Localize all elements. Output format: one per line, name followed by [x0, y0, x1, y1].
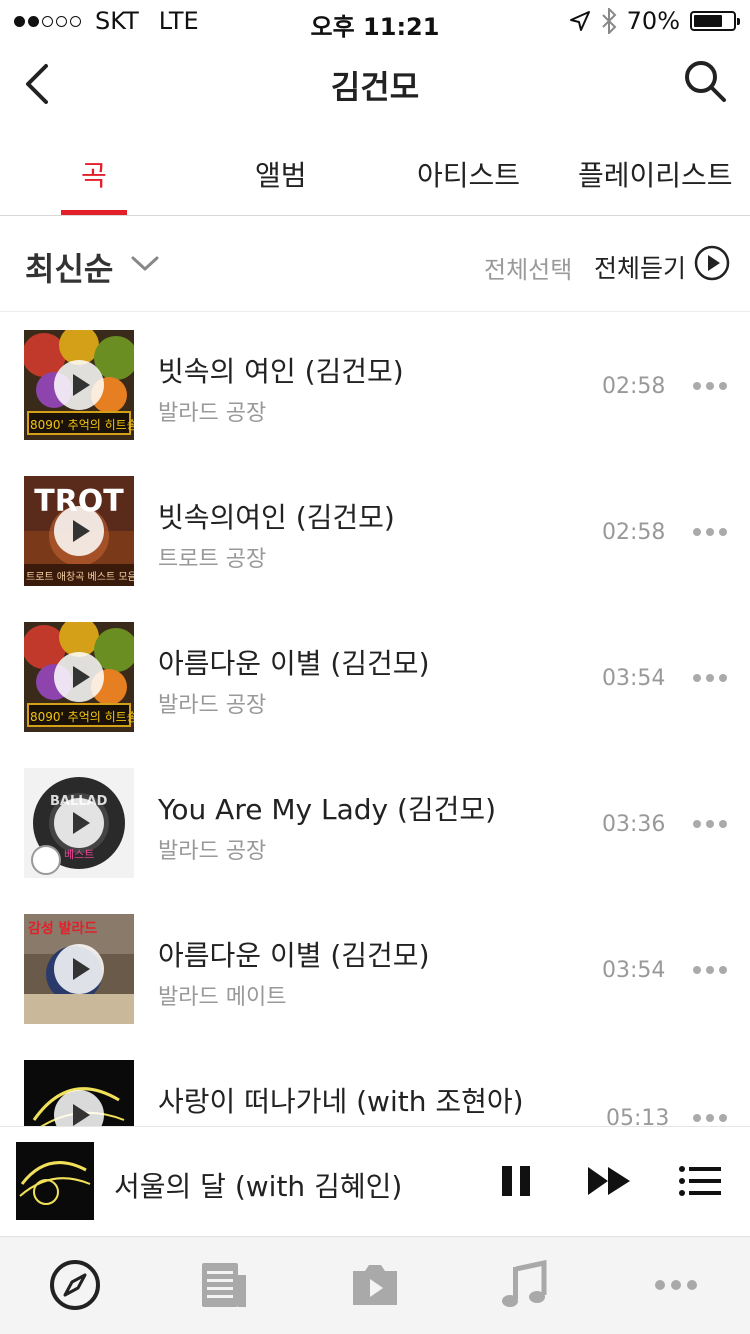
play-icon[interactable] [54, 360, 104, 410]
bottom-nav [0, 1236, 750, 1334]
album-name: 발라드 공장 [158, 839, 267, 864]
status-bar: SKT LTE 오후 11:21 70% [0, 0, 750, 41]
video-folder-icon[interactable] [347, 1257, 403, 1313]
album-name: 발라드 메이트 [158, 985, 287, 1010]
page-title: 김건모 [330, 68, 420, 106]
play-circle-icon[interactable] [694, 245, 730, 281]
song-title: 아름다운 이별 (김건모) [158, 939, 430, 972]
duration: 03:54 [602, 666, 666, 691]
select-all-button[interactable]: 전체선택 [484, 250, 572, 285]
duration: 03:36 [602, 812, 666, 837]
album-name: 트로트 공장 [158, 547, 267, 572]
header: 김건모 [0, 40, 750, 128]
tab-albums[interactable]: 앨범 [255, 154, 307, 194]
duration: 05:13 [606, 1106, 670, 1126]
song-title: 빗속의여인 (김건모) [158, 501, 395, 534]
playlist-icon[interactable] [679, 1165, 721, 1197]
song-title: 사랑이 떠나가네 (with 조현아) [158, 1085, 524, 1118]
album-art[interactable]: TROT 트로트 애창곡 베스트 모음집 [24, 476, 134, 586]
album-name: 발라드 공장 [158, 401, 267, 426]
location-arrow-icon [569, 11, 590, 31]
album-art[interactable]: 감성 발라드 [24, 914, 134, 1024]
search-icon[interactable] [682, 58, 728, 104]
list-item[interactable]: 8090' 추억의 히트송 아름다운 이별 (김건모) 발라드 공장 03:54 [0, 604, 750, 750]
album-art-text: 감성 발라드 [28, 921, 98, 937]
song-title: 빗속의 여인 (김건모) [158, 355, 404, 388]
more-icon[interactable] [693, 966, 727, 974]
more-icon[interactable] [693, 1114, 727, 1122]
list-item[interactable]: BALLAD 베스트 You Are My Lady (김건모) 발라드 공장 … [0, 750, 750, 896]
album-art[interactable]: 8090' 추억의 히트송 [24, 622, 134, 732]
duration: 02:58 [602, 374, 666, 399]
chevron-down-icon[interactable] [130, 254, 160, 274]
list-item[interactable]: TROT 트로트 애창곡 베스트 모음집 빗속의여인 (김건모) 트로트 공장 … [0, 458, 750, 604]
mini-player[interactable]: 서울의 달 (with 김혜인) [0, 1126, 750, 1236]
more-icon[interactable] [648, 1257, 704, 1313]
duration: 02:58 [602, 520, 666, 545]
album-art-text: 8090' 추억의 히트송 [30, 710, 134, 724]
tab-artists[interactable]: 아티스트 [417, 154, 520, 194]
battery-icon [690, 11, 740, 31]
tab-playlists[interactable]: 플레이리스트 [578, 154, 733, 194]
song-list: 8090' 추억의 히트송 빗속의 여인 (김건모) 발라드 공장 02:58 … [0, 312, 750, 1126]
bluetooth-icon [601, 8, 617, 34]
music-note-icon[interactable] [496, 1257, 552, 1313]
album-art-subtext: 트로트 애창곡 베스트 모음집 [26, 572, 134, 583]
list-item[interactable]: 8090' 추억의 히트송 빗속의 여인 (김건모) 발라드 공장 02:58 [0, 312, 750, 458]
sort-dropdown[interactable]: 최신순 [25, 244, 113, 290]
song-title: You Are My Lady (김건모) [158, 793, 497, 826]
pause-icon[interactable] [500, 1164, 532, 1198]
album-art[interactable]: BALLAD 베스트 [24, 768, 134, 878]
now-playing-title[interactable]: 서울의 달 (with 김혜인) [114, 1165, 402, 1205]
more-icon[interactable] [693, 528, 727, 536]
list-item[interactable]: 사랑이 떠나가네 (with 조현아) 05:13 [0, 1042, 750, 1126]
play-icon[interactable] [54, 652, 104, 702]
more-icon[interactable] [693, 820, 727, 828]
active-tab-indicator [61, 210, 127, 215]
album-art-subtext: 베스트 [64, 848, 95, 861]
compass-icon[interactable] [47, 1257, 103, 1313]
album-art-text: 8090' 추억의 히트송 [30, 418, 134, 432]
fast-forward-icon[interactable] [586, 1165, 632, 1197]
song-title: 아름다운 이별 (김건모) [158, 647, 430, 680]
tab-songs[interactable]: 곡 [81, 154, 107, 194]
album-art[interactable]: 8090' 추억의 히트송 [24, 330, 134, 440]
list-item[interactable]: 감성 발라드 아름다운 이별 (김건모) 발라드 메이트 03:54 [0, 896, 750, 1042]
document-icon[interactable] [196, 1257, 252, 1313]
play-icon[interactable] [54, 798, 104, 848]
now-playing-art[interactable] [16, 1142, 94, 1220]
tab-bar: 곡 앨범 아티스트 플레이리스트 [0, 130, 750, 216]
more-icon[interactable] [693, 674, 727, 682]
play-icon[interactable] [54, 506, 104, 556]
album-name: 발라드 공장 [158, 693, 267, 718]
status-right: 70% [569, 7, 740, 35]
sort-bar: 최신순 전체선택 전체듣기 [0, 216, 750, 312]
album-art[interactable] [24, 1060, 134, 1126]
duration: 03:54 [602, 958, 666, 983]
more-icon[interactable] [693, 382, 727, 390]
play-icon[interactable] [54, 944, 104, 994]
play-all-button[interactable]: 전체듣기 [594, 249, 686, 285]
battery-percent: 70% [626, 7, 680, 35]
